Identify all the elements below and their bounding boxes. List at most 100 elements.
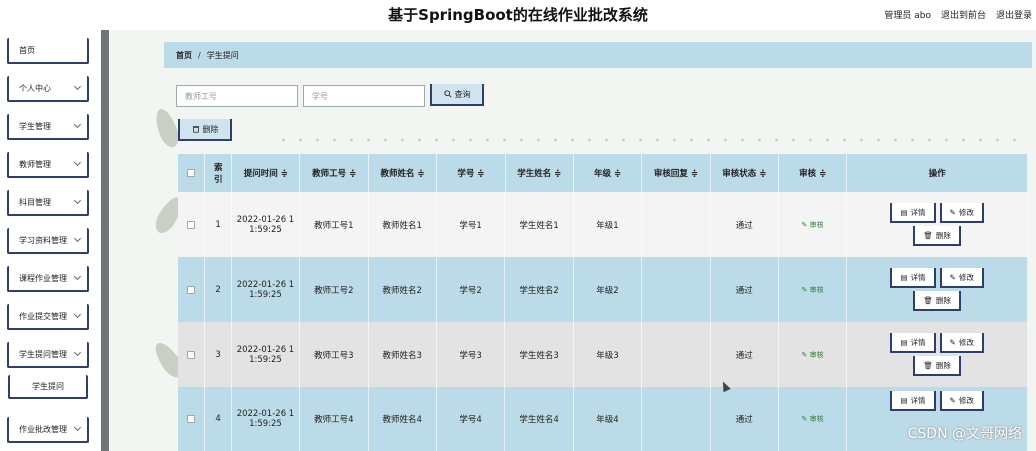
sidebar-item-personal-center[interactable]: 个人中心 xyxy=(7,76,89,102)
sidebar-item-teacher-management[interactable]: 教师管理 xyxy=(7,152,89,178)
table-row: 2 2022-01-26 1 1:59:25 教师工号2 教师姓名2 学号2 学… xyxy=(178,257,1028,322)
delete-button[interactable]: 🗑 删除 xyxy=(913,226,961,246)
cell-actions: ▤ 详情 ✎ 修改 🗑 删除 xyxy=(847,322,1028,387)
audit-link[interactable]: ✎ 审核 xyxy=(802,350,824,360)
detail-button-label: 详情 xyxy=(910,395,926,405)
top-bar: 基于SpringBoot的在线作业批改系统 管理员 abo 退出到前台 退出登录 xyxy=(0,0,1036,30)
detail-button-label: 详情 xyxy=(910,207,926,217)
table-header: 索引 提问时间 ≑ 教师工号 ≑ 教师姓名 ≑ 学号 ≑ 学生姓名 ≑ 年级 ≑… xyxy=(178,154,1028,192)
detail-button-label: 详情 xyxy=(910,337,926,347)
student-id-search-input[interactable]: 学号 xyxy=(303,85,425,107)
edit-button-label: 修改 xyxy=(958,207,974,217)
cell-question-time: 2022-01-26 1 1:59:25 xyxy=(232,192,301,257)
row-checkbox[interactable] xyxy=(187,415,196,423)
breadcrumb-home[interactable]: 首页 xyxy=(176,50,192,61)
detail-icon: ▤ xyxy=(900,395,908,405)
edit-icon: ✎ xyxy=(949,272,956,282)
trash-icon: 🗑 xyxy=(923,230,933,240)
edit-button-label: 修改 xyxy=(958,337,974,347)
to-frontend-link[interactable]: 退出到前台 xyxy=(941,8,986,21)
trash-icon: 🗑 xyxy=(923,360,933,370)
current-user: 管理员 abo xyxy=(884,11,931,21)
header-index: 索引 xyxy=(205,154,233,192)
table-row: 4 2022-01-26 1 1:59:25 教师工号4 教师姓名4 学号4 学… xyxy=(178,387,1028,451)
sidebar-item-grading-management[interactable]: 作业批改管理 xyxy=(7,417,89,443)
teacher-id-search-input[interactable]: 教师工号 xyxy=(176,85,298,107)
sidebar-item-subject-management[interactable]: 科目管理 xyxy=(7,190,89,216)
header-audit[interactable]: 审核 ≑ xyxy=(779,154,848,192)
sidebar-scrollbar[interactable] xyxy=(101,30,109,451)
sidebar-item-student-management[interactable]: 学生管理 xyxy=(7,114,89,140)
header-teacher-id[interactable]: 教师工号 ≑ xyxy=(300,154,369,192)
detail-button[interactable]: ▤ 详情 xyxy=(890,391,936,411)
sidebar-item-home[interactable]: 首页 xyxy=(7,38,89,64)
row-checkbox[interactable] xyxy=(187,350,196,359)
header-student-name[interactable]: 学生姓名 ≑ xyxy=(506,154,574,192)
sidebar-subitem-student-questions[interactable]: 学生提问 xyxy=(8,375,88,399)
audit-link[interactable]: ✎ 审核 xyxy=(802,414,824,424)
edit-button[interactable]: ✎ 修改 xyxy=(939,268,984,288)
cell-audit: ✎ 审核 xyxy=(779,387,848,451)
sidebar-item-label: 学习资料管理 xyxy=(19,235,67,245)
cell-question-time: 2022-01-26 1 1:59:25 xyxy=(232,257,301,322)
cell-actions: ▤ 详情 ✎ 修改 🗑 删除 xyxy=(847,257,1028,322)
cell-student-name: 学生姓名4 xyxy=(505,387,574,451)
select-all-cell xyxy=(178,154,206,192)
edit-icon: ✎ xyxy=(949,337,956,347)
header-question-time[interactable]: 提问时间 ≑ xyxy=(232,154,301,192)
decorative-dot-divider xyxy=(275,138,1030,142)
chevron-down-icon xyxy=(73,272,82,281)
detail-icon: ▤ xyxy=(900,272,908,282)
cell-question-time: 2022-01-26 1 1:59:25 xyxy=(232,322,301,387)
app-title: 基于SpringBoot的在线作业批改系统 xyxy=(388,6,648,24)
cell-index: 4 xyxy=(205,387,232,451)
audit-link-label: 审核 xyxy=(809,220,824,229)
sidebar-item-label: 首页 xyxy=(19,45,35,55)
trash-icon: 🗑 xyxy=(923,295,933,305)
row-checkbox[interactable] xyxy=(187,285,196,294)
row-checkbox[interactable] xyxy=(187,220,196,229)
cell-index: 3 xyxy=(205,322,232,387)
logout-link[interactable]: 退出登录 xyxy=(996,8,1032,21)
cell-audit-status: 通过 xyxy=(711,322,779,387)
sidebar-item-submission-management[interactable]: 作业提交管理 xyxy=(7,304,89,330)
cell-audit-status: 通过 xyxy=(711,387,779,451)
search-button[interactable]: 查询 xyxy=(430,84,484,106)
row-select-cell xyxy=(178,322,206,387)
header-audit-status[interactable]: 审核状态 ≑ xyxy=(711,154,779,192)
header-grade[interactable]: 年级 ≑ xyxy=(574,154,643,192)
row-select-cell xyxy=(178,192,206,257)
cell-audit-reply xyxy=(642,257,711,322)
header-audit-reply[interactable]: 审核回复 ≑ xyxy=(642,154,711,192)
delete-button-label: 删除 xyxy=(935,230,951,240)
edit-icon: ✎ xyxy=(949,207,956,217)
sidebar-item-label: 个人中心 xyxy=(19,83,51,93)
select-all-checkbox[interactable] xyxy=(187,169,196,177)
cell-index: 1 xyxy=(205,192,232,257)
sidebar-item-question-management[interactable]: 学生提问管理 xyxy=(7,342,89,368)
delete-button[interactable]: 🗑 删除 xyxy=(913,291,961,311)
detail-button[interactable]: ▤ 详情 xyxy=(890,268,936,288)
sidebar-item-materials-management[interactable]: 学习资料管理 xyxy=(7,228,89,254)
audit-link[interactable]: ✎ 审核 xyxy=(802,220,824,230)
header-teacher-name[interactable]: 教师姓名 ≑ xyxy=(369,154,438,192)
sidebar-item-label: 课程作业管理 xyxy=(19,273,67,283)
detail-button[interactable]: ▤ 详情 xyxy=(890,203,936,223)
sidebar-item-course-homework-management[interactable]: 课程作业管理 xyxy=(7,266,89,292)
detail-button[interactable]: ▤ 详情 xyxy=(890,333,936,353)
sidebar-item-label: 学生提问 xyxy=(32,381,64,391)
delete-button[interactable]: 🗑 删除 xyxy=(913,356,961,376)
batch-delete-button[interactable]: 删除 xyxy=(178,119,232,141)
edit-button[interactable]: ✎ 修改 xyxy=(939,391,984,411)
header-student-id[interactable]: 学号 ≑ xyxy=(437,154,506,192)
trash-icon xyxy=(192,126,199,133)
student-id-placeholder: 学号 xyxy=(312,91,328,101)
cell-grade: 年级4 xyxy=(574,387,643,451)
edit-button[interactable]: ✎ 修改 xyxy=(939,333,984,353)
edit-button-label: 修改 xyxy=(958,395,974,405)
edit-button[interactable]: ✎ 修改 xyxy=(939,203,984,223)
audit-link[interactable]: ✎ 审核 xyxy=(802,285,824,295)
breadcrumb-separator: / xyxy=(198,50,201,60)
detail-icon: ▤ xyxy=(900,207,908,217)
cell-actions: ▤ 详情 ✎ 修改 🗑 删除 xyxy=(847,192,1028,257)
